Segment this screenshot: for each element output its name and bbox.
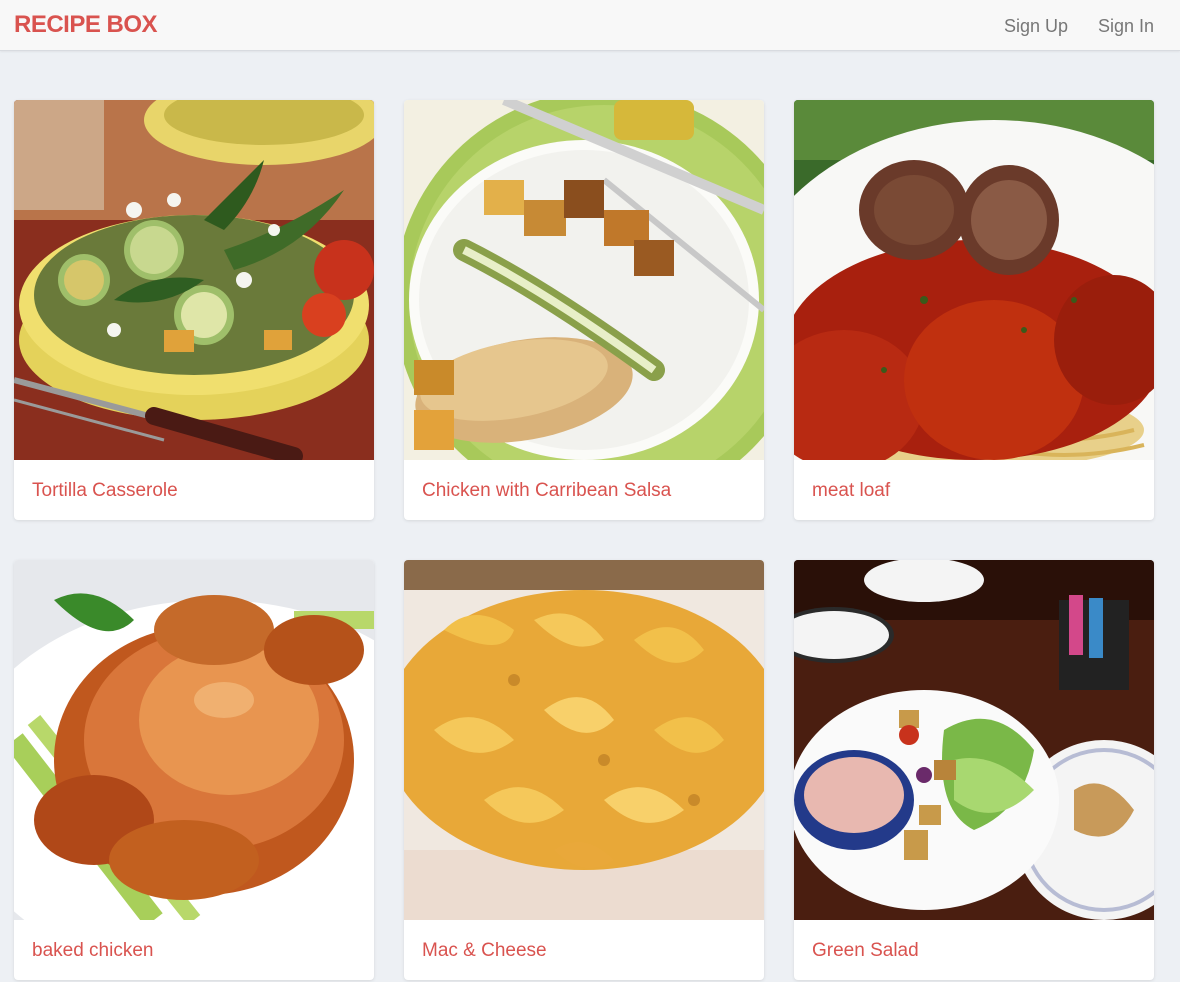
recipe-image[interactable] xyxy=(794,100,1154,460)
recipe-title[interactable]: Green Salad xyxy=(812,940,919,962)
recipe-title[interactable]: baked chicken xyxy=(32,940,153,962)
recipe-title[interactable]: Chicken with Carribean Salsa xyxy=(422,480,671,502)
brand-logo[interactable]: RECIPE BOX xyxy=(14,11,158,39)
recipe-card[interactable]: Green Salad xyxy=(794,560,1154,980)
recipe-title[interactable]: meat loaf xyxy=(812,480,890,502)
recipe-image[interactable] xyxy=(404,560,764,920)
recipe-image[interactable] xyxy=(404,100,764,460)
recipe-card[interactable]: Mac & Cheese xyxy=(404,560,764,980)
recipe-card[interactable]: Tortilla Casserole xyxy=(14,100,374,520)
recipe-title[interactable]: Tortilla Casserole xyxy=(32,480,178,502)
recipe-image[interactable] xyxy=(14,100,374,460)
recipe-title[interactable]: Mac & Cheese xyxy=(422,940,547,962)
recipe-card[interactable]: Chicken with Carribean Salsa xyxy=(404,100,764,520)
sign-in-link[interactable]: Sign In xyxy=(1098,16,1154,37)
recipe-card[interactable]: meat loaf xyxy=(794,100,1154,520)
recipe-image[interactable] xyxy=(794,560,1154,920)
navbar: RECIPE BOX Sign Up Sign In xyxy=(0,0,1180,51)
sign-up-link[interactable]: Sign Up xyxy=(1004,16,1068,37)
recipe-image[interactable] xyxy=(14,560,374,920)
recipe-card[interactable]: baked chicken xyxy=(14,560,374,980)
